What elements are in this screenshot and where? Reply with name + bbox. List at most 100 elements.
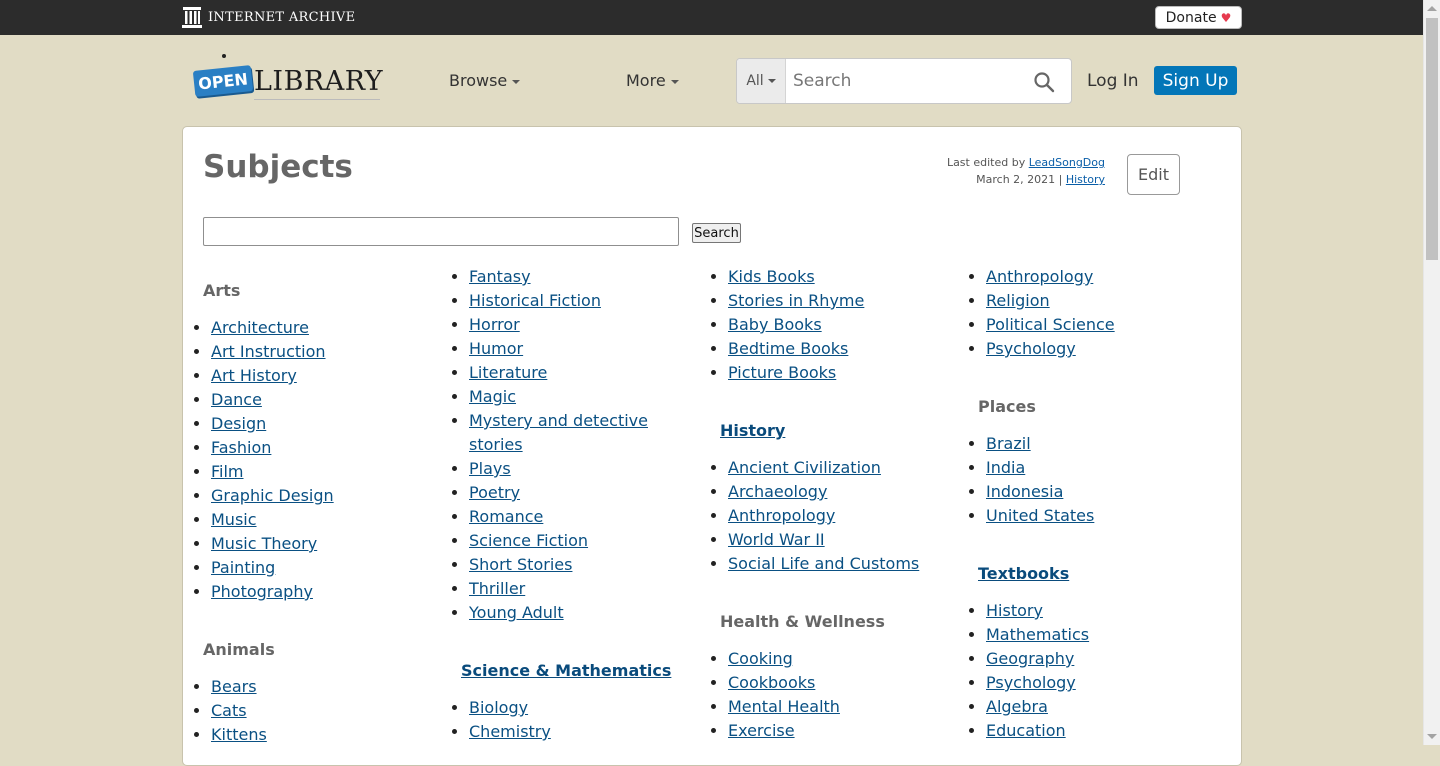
list-item: Historical Fiction [469,289,651,313]
list-item: World War II [728,528,919,552]
list-item: Psychology [986,337,1115,361]
subject-link[interactable]: Psychology [986,339,1076,358]
subject-link[interactable]: Brazil [986,434,1031,453]
scroll-up-arrow-icon[interactable] [1427,6,1437,11]
subject-link[interactable]: History [986,601,1043,620]
list-item: Psychology [986,671,1089,695]
subject-link[interactable]: Humor [469,339,523,358]
subject-link[interactable]: Fantasy [469,267,531,286]
subject-link[interactable]: Cooking [728,649,793,668]
edit-button[interactable]: Edit [1127,154,1180,195]
scroll-down-arrow-icon[interactable] [1427,734,1437,739]
subject-link[interactable]: Stories in Rhyme [728,291,864,310]
subject-search-input[interactable] [203,217,679,246]
subject-link[interactable]: Bedtime Books [728,339,848,358]
subject-link[interactable]: Science Fiction [469,531,588,550]
subject-link[interactable]: Painting [211,558,275,577]
subject-link[interactable]: Plays [469,459,511,478]
subject-link[interactable]: World War II [728,530,825,549]
browse-menu[interactable]: Browse [449,71,521,90]
subject-link[interactable]: Dance [211,390,262,409]
subject-link[interactable]: Music Theory [211,534,317,553]
subject-link[interactable]: Literature [469,363,547,382]
subject-link[interactable]: Ancient Civilization [728,458,881,477]
subject-link[interactable]: Biology [469,698,528,717]
subject-link[interactable]: Kittens [211,725,267,744]
subject-link[interactable]: United States [986,506,1094,525]
page-scrollbar[interactable] [1423,0,1440,745]
subject-link[interactable]: Short Stories [469,555,572,574]
logo-library-text: LIBRARY [254,66,384,97]
places-list: Brazil India Indonesia United States [968,432,1094,528]
signup-button[interactable]: Sign Up [1154,66,1237,95]
open-library-logo[interactable]: OPEN LIBRARY [192,52,384,102]
subject-link[interactable]: Education [986,721,1066,740]
subject-link[interactable]: Anthropology [986,267,1093,286]
subject-link[interactable]: Picture Books [728,363,836,382]
subject-link[interactable]: Mystery and detective stories [469,411,648,454]
subject-link[interactable]: India [986,458,1025,477]
subject-link[interactable]: Photography [211,582,313,601]
subject-link[interactable]: Horror [469,315,520,334]
login-link[interactable]: Log In [1087,71,1139,91]
list-item: Photography [211,580,334,604]
subject-link[interactable]: Exercise [728,721,795,740]
subject-link[interactable]: Cookbooks [728,673,815,692]
subject-link[interactable]: Religion [986,291,1050,310]
search-input[interactable] [787,59,1027,103]
subject-search-button[interactable]: Search [692,223,741,243]
subject-link[interactable]: Young Adult [469,603,564,622]
subject-link[interactable]: Bears [211,677,257,696]
subject-link[interactable]: Archaeology [728,482,827,501]
search-scope-select[interactable]: All [737,59,786,103]
list-item: Science Fiction [469,529,651,553]
search-icon[interactable] [1033,71,1055,93]
subject-link[interactable]: Fashion [211,438,271,457]
science-list: Biology Chemistry [451,696,551,744]
subject-link[interactable]: Romance [469,507,543,526]
category-title-textbooks[interactable]: Textbooks [978,564,1069,583]
list-item: Religion [986,289,1115,313]
more-menu[interactable]: More [626,71,679,90]
list-item: Art History [211,364,334,388]
subject-link[interactable]: Political Science [986,315,1115,334]
subject-link[interactable]: Kids Books [728,267,815,286]
subject-link[interactable]: Algebra [986,697,1048,716]
list-item: Painting [211,556,334,580]
subject-link[interactable]: Psychology [986,673,1076,692]
subject-link[interactable]: Anthropology [728,506,835,525]
children-list: Kids Books Stories in Rhyme Baby Books Bedt… [710,265,864,385]
donate-button[interactable]: Donate ♥ [1155,6,1242,29]
editor-link[interactable]: LeadSongDog [1029,156,1105,169]
textbooks-list: History Mathematics Geography Psychology Alg… [968,599,1089,743]
list-item: Biology [469,696,551,720]
subject-link[interactable]: Magic [469,387,516,406]
subject-link[interactable]: Baby Books [728,315,822,334]
list-item: United States [986,504,1094,528]
scrollbar-thumb[interactable] [1426,18,1438,260]
list-item: Horror [469,313,651,337]
subject-link[interactable]: Design [211,414,266,433]
list-item: Fashion [211,436,334,460]
subject-link[interactable]: Poetry [469,483,520,502]
subject-link[interactable]: Music [211,510,257,529]
subject-link[interactable]: Mathematics [986,625,1089,644]
internet-archive-logo[interactable]: INTERNET ARCHIVE [182,6,355,28]
subject-link[interactable]: Film [211,462,244,481]
subject-link[interactable]: Architecture [211,318,309,337]
category-title-history[interactable]: History [720,421,785,440]
social-science-list: Anthropology Religion Political Science Psy… [968,265,1115,361]
subject-link[interactable]: Social Life and Customs [728,554,919,573]
history-link[interactable]: History [1066,173,1105,186]
subject-link[interactable]: Chemistry [469,722,551,741]
subject-link[interactable]: Thriller [469,579,525,598]
subject-link[interactable]: Mental Health [728,697,840,716]
subject-link[interactable]: Art History [211,366,297,385]
subject-link[interactable]: Graphic Design [211,486,334,505]
subject-link[interactable]: Indonesia [986,482,1063,501]
subject-link[interactable]: Art Instruction [211,342,326,361]
subject-link[interactable]: Cats [211,701,247,720]
subject-link[interactable]: Geography [986,649,1074,668]
category-title-science-mathematics[interactable]: Science & Mathematics [461,661,671,680]
subject-link[interactable]: Historical Fiction [469,291,601,310]
